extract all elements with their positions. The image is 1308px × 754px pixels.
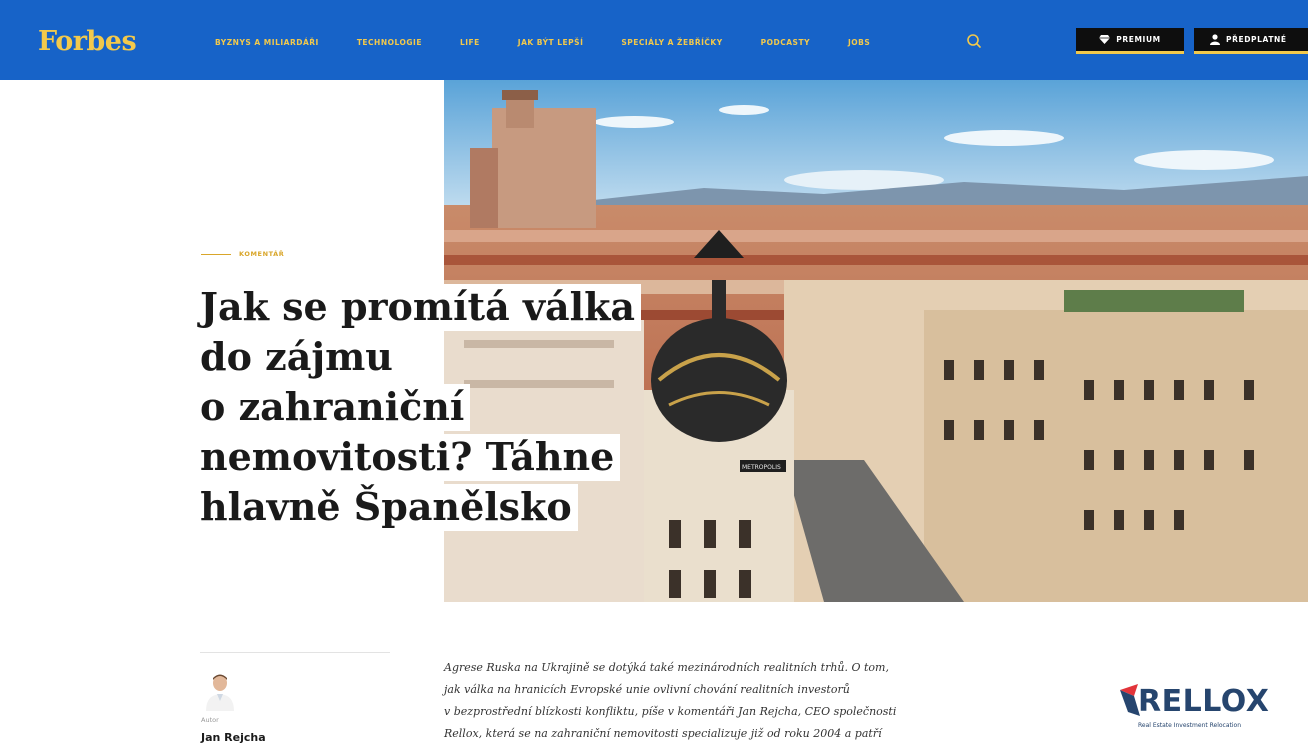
author-label: Autor: [201, 716, 219, 724]
nav-item-technology[interactable]: TECHNOLOGIE: [357, 38, 422, 47]
rellox-tagline: Real Estate Investment Relocation: [1138, 722, 1242, 729]
search-icon[interactable]: [966, 33, 982, 49]
nav-item-jobs[interactable]: JOBS: [848, 38, 870, 47]
top-navigation-bar: Forbes BYZNYS A MILIARDÁŘI TECHNOLOGIE L…: [0, 0, 1308, 80]
nav-item-business[interactable]: BYZNYS A MILIARDÁŘI: [215, 38, 319, 47]
article-perex: Agrese Ruska na Ukrajině se dotýká také …: [444, 657, 1044, 745]
perex-line: Rellox, která se na zahraniční nemovitos…: [444, 727, 882, 740]
nav-item-specials[interactable]: SPECIÁLY A ŽEBŘÍČKY: [621, 38, 722, 47]
premium-button[interactable]: PREMIUM: [1076, 28, 1184, 54]
category-line: [201, 253, 231, 255]
diamond-icon: [1099, 35, 1111, 44]
user-icon: [1210, 34, 1220, 45]
nav-item-life[interactable]: LIFE: [460, 38, 480, 47]
headline-line: nemovitosti? Táhne: [196, 434, 621, 481]
forbes-logo[interactable]: Forbes: [38, 26, 137, 57]
author-name[interactable]: Jan Rejcha: [201, 731, 266, 744]
premium-label: PREMIUM: [1116, 35, 1161, 44]
rellox-wordmark: RELLOX: [1138, 684, 1270, 719]
perex-line: Agrese Ruska na Ukrajině se dotýká také …: [444, 661, 889, 674]
headline-line: o zahraniční: [196, 384, 471, 431]
category-label: KOMENTÁŘ: [239, 250, 285, 258]
subscribe-label: PŘEDPLATNÉ: [1226, 35, 1287, 44]
article-headline: Jak se promítá válka do zájmu o zahranič…: [196, 282, 666, 532]
subscribe-button[interactable]: PŘEDPLATNÉ: [1194, 28, 1308, 54]
headline-line: do zájmu: [196, 334, 399, 381]
author-divider: [200, 652, 390, 653]
metropolis-sign: METROPOLIS: [742, 464, 781, 471]
author-avatar[interactable]: [202, 671, 238, 711]
nav-item-self-improvement[interactable]: JAK BÝT LEPŠÍ: [518, 38, 584, 47]
main-nav: BYZNYS A MILIARDÁŘI TECHNOLOGIE LIFE JAK…: [215, 38, 908, 47]
article-category[interactable]: KOMENTÁŘ: [201, 250, 284, 258]
headline-line: Jak se promítá válka: [196, 284, 642, 331]
nav-item-podcasts[interactable]: PODCASTY: [761, 38, 810, 47]
headline-line: hlavně Španělsko: [196, 484, 578, 531]
rellox-logo[interactable]: RELLOX Real Estate Investment Relocation: [1116, 682, 1308, 754]
perex-line: v bezprostřední blízkosti konfliktu, píš…: [444, 705, 897, 718]
perex-line: jak válka na hranicích Evropské unie ovl…: [444, 683, 850, 696]
